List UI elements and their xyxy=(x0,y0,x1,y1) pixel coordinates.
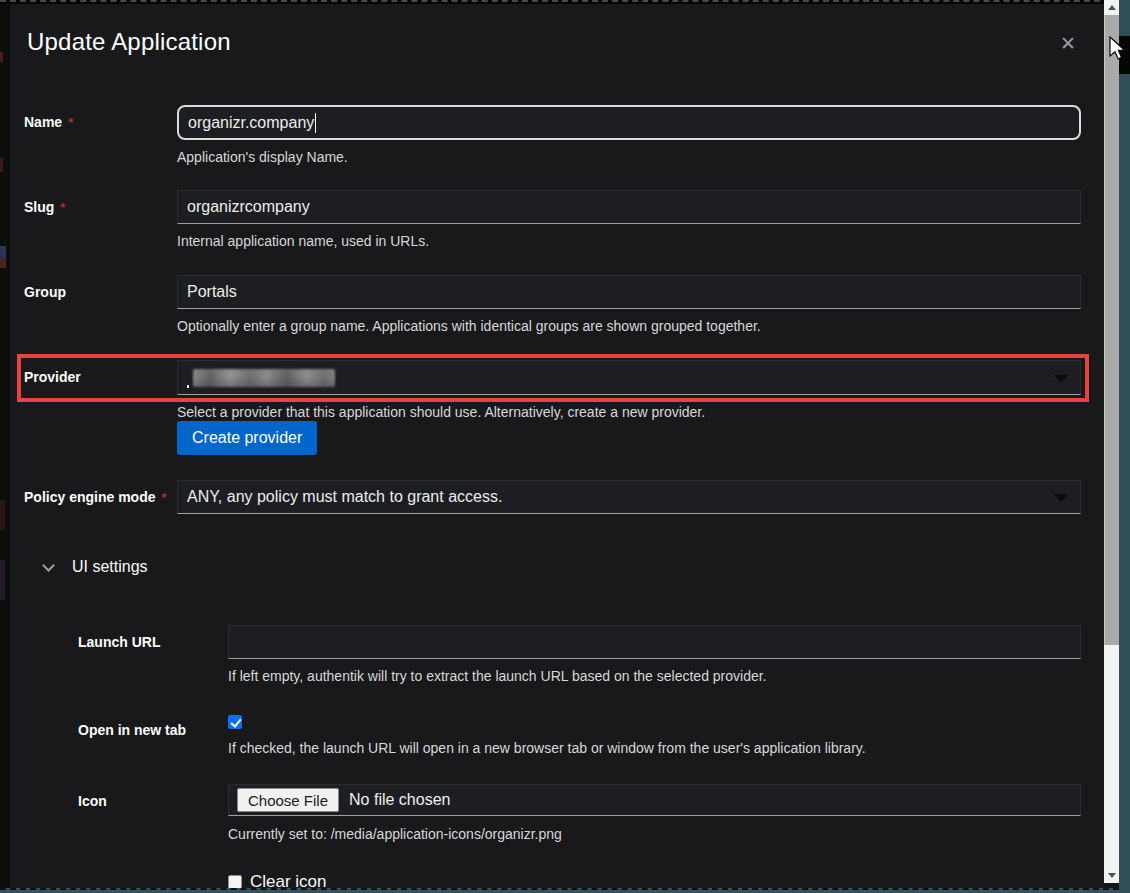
backdrop-bottom xyxy=(0,888,1119,893)
backdrop-artifact xyxy=(0,500,5,530)
modal-title: Update Application xyxy=(27,28,231,56)
redacted-dot xyxy=(187,385,189,388)
slug-help: Internal application name, used in URLs. xyxy=(177,232,1081,250)
ui-settings-label: UI settings xyxy=(72,558,148,576)
create-provider-button[interactable]: Create provider xyxy=(177,421,317,455)
group-label: Group xyxy=(24,275,177,300)
form-row-icon: Icon Choose File No file chosen Currentl… xyxy=(78,784,1081,843)
form-row-launch-url: Launch URL If left empty, authentik will… xyxy=(78,625,1081,685)
name-help: Application's display Name. xyxy=(177,148,1081,166)
open-in-new-tab-checkbox[interactable] xyxy=(228,715,242,729)
form-row-provider: Provider Select a provider that this app… xyxy=(24,360,1081,421)
name-label: Name* xyxy=(24,105,177,130)
form-row-open-in-new-tab: Open in new tab If checked, the launch U… xyxy=(78,712,1081,757)
chevron-down-icon xyxy=(1054,494,1068,502)
form-row-name: Name* organizr.company Application's dis… xyxy=(24,105,1081,166)
provider-value-redacted xyxy=(193,369,335,387)
launch-url-label: Launch URL xyxy=(78,625,228,650)
group-input[interactable]: Portals xyxy=(177,275,1081,309)
backdrop-artifact xyxy=(0,52,3,62)
text-caret xyxy=(315,113,316,133)
scrollbar-thumb[interactable] xyxy=(1104,15,1119,645)
close-icon[interactable]: ✕ xyxy=(1056,32,1080,56)
file-status-text: No file chosen xyxy=(349,791,450,809)
backdrop-left xyxy=(0,0,10,893)
icon-file-input[interactable]: Choose File No file chosen xyxy=(228,784,1081,816)
launch-url-input[interactable] xyxy=(228,625,1081,659)
choose-file-button[interactable]: Choose File xyxy=(237,788,339,812)
backdrop-artifact xyxy=(0,258,6,268)
open-in-new-tab-label: Open in new tab xyxy=(78,712,228,738)
provider-select[interactable] xyxy=(177,360,1081,395)
update-application-modal: Update Application ✕ Name* organizr.comp… xyxy=(10,4,1104,889)
policy-engine-mode-select[interactable]: ANY, any policy must match to grant acce… xyxy=(177,480,1081,514)
icon-help: Currently set to: /media/application-ico… xyxy=(228,825,1081,843)
arrow-up-icon xyxy=(1108,5,1116,10)
clear-icon-checkbox[interactable] xyxy=(228,875,242,889)
scrollbar-up-button[interactable] xyxy=(1104,0,1119,15)
backdrop-artifact xyxy=(0,158,3,172)
form-row-group: Group Portals Optionally enter a group n… xyxy=(24,275,1081,335)
form-row-clear-icon: Clear icon xyxy=(78,872,1081,889)
mouse-cursor xyxy=(1108,36,1128,62)
chevron-down-icon xyxy=(42,559,55,572)
clear-icon-label: Clear icon xyxy=(250,872,327,889)
required-asterisk: * xyxy=(161,490,166,505)
slug-label: Slug* xyxy=(24,190,177,215)
provider-help: Select a provider that this application … xyxy=(177,403,1081,421)
launch-url-help: If left empty, authentik will try to ext… xyxy=(228,667,1081,685)
required-asterisk: * xyxy=(68,115,73,130)
arrow-down-icon xyxy=(1108,873,1116,878)
backdrop-artifact xyxy=(0,560,5,600)
ui-settings-section[interactable]: UI settings xyxy=(44,558,148,576)
scrollbar-down-button[interactable] xyxy=(1104,868,1119,883)
form-row-slug: Slug* organizrcompany Internal applicati… xyxy=(24,190,1081,250)
policy-engine-mode-label: Policy engine mode* xyxy=(24,480,177,505)
window-edge xyxy=(1119,0,1130,893)
required-asterisk: * xyxy=(60,200,65,215)
chevron-down-icon xyxy=(1054,375,1068,383)
icon-label: Icon xyxy=(78,784,228,809)
provider-label: Provider xyxy=(24,360,177,385)
group-help: Optionally enter a group name. Applicati… xyxy=(177,317,1081,335)
backdrop-artifact xyxy=(0,246,6,258)
name-input[interactable]: organizr.company xyxy=(177,105,1081,140)
open-in-new-tab-help: If checked, the launch URL will open in … xyxy=(228,739,1081,757)
slug-input[interactable]: organizrcompany xyxy=(177,190,1081,224)
form-row-policy-engine-mode: Policy engine mode* ANY, any policy must… xyxy=(24,480,1081,514)
